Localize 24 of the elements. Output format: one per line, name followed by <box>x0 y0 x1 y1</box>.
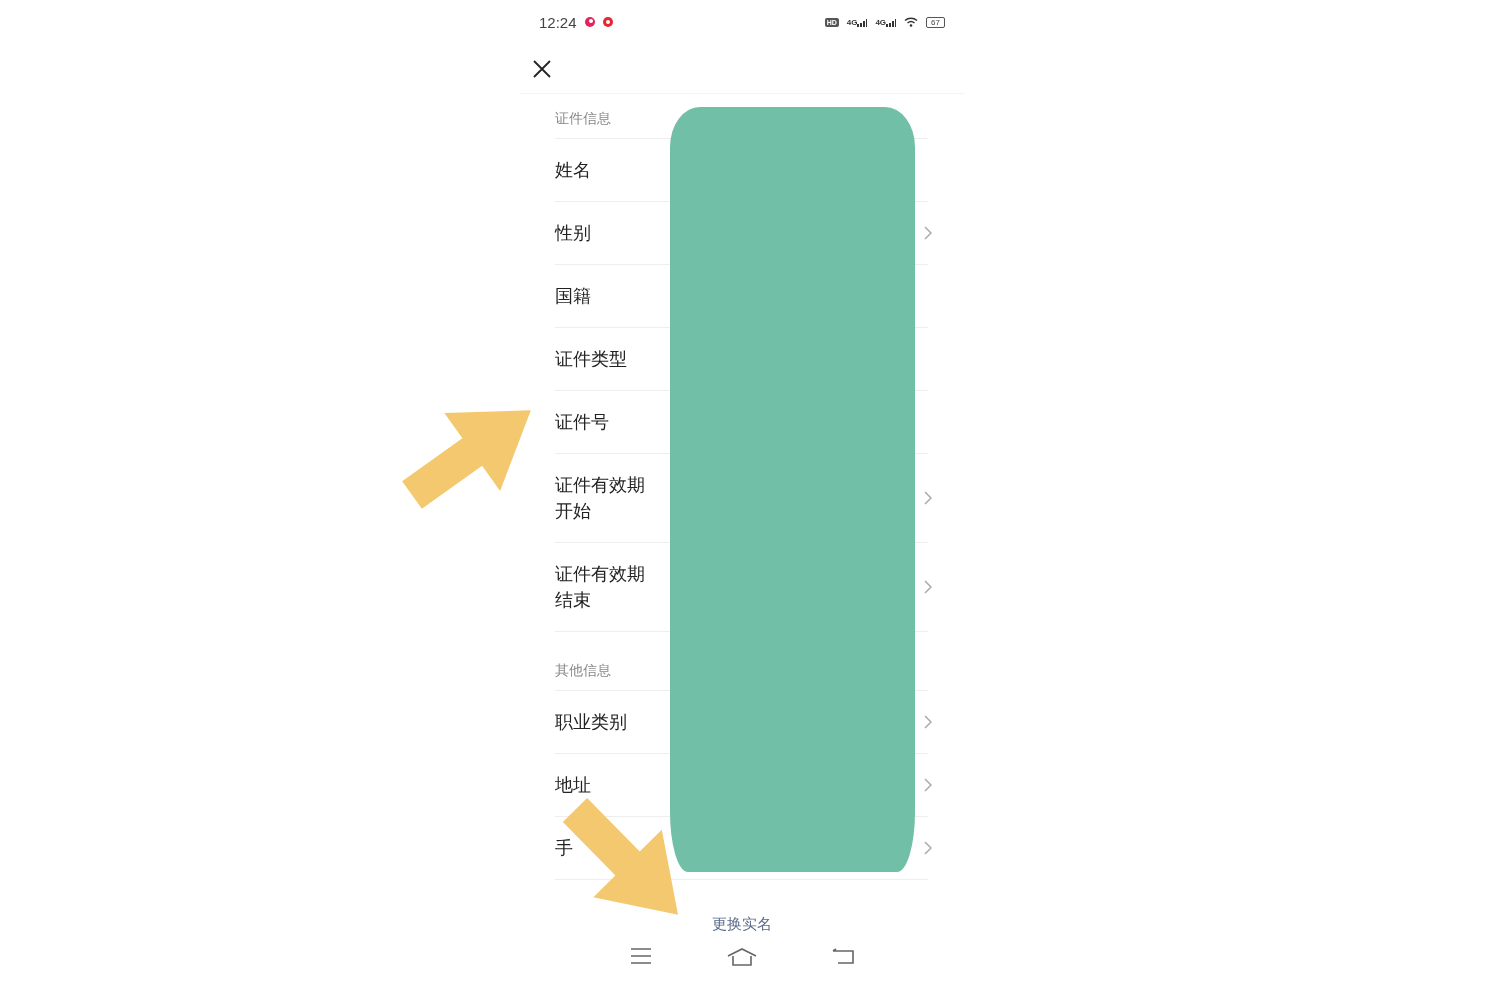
signal-icon <box>857 18 868 27</box>
notification-icon <box>584 17 595 27</box>
wifi-icon <box>904 17 919 27</box>
field-label: 证件有效期开始 <box>555 473 646 523</box>
notification-icon <box>602 17 613 27</box>
home-icon[interactable] <box>727 948 757 966</box>
change-name-link[interactable]: 更换实名 <box>712 915 772 934</box>
field-label: 国籍 <box>555 284 592 308</box>
back-icon[interactable] <box>832 948 855 964</box>
field-label: 证件类型 <box>555 347 628 371</box>
signal-icon <box>886 18 897 27</box>
field-label: 证件有效期结束 <box>555 562 646 612</box>
battery-level: 67 <box>926 16 945 28</box>
close-button[interactable] <box>531 57 553 80</box>
field-label: 职业类别 <box>555 710 628 734</box>
field-label: 证件号 <box>555 410 610 434</box>
field-label: 性别 <box>555 221 592 245</box>
menu-icon[interactable] <box>629 948 652 964</box>
field-label: 姓名 <box>555 158 592 182</box>
network-label: 4G <box>846 17 858 27</box>
field-label: 地址 <box>555 773 592 797</box>
network-label: 4G <box>875 17 887 27</box>
field-label: 手 <box>555 836 574 860</box>
status-time: 12:24 <box>539 13 577 31</box>
